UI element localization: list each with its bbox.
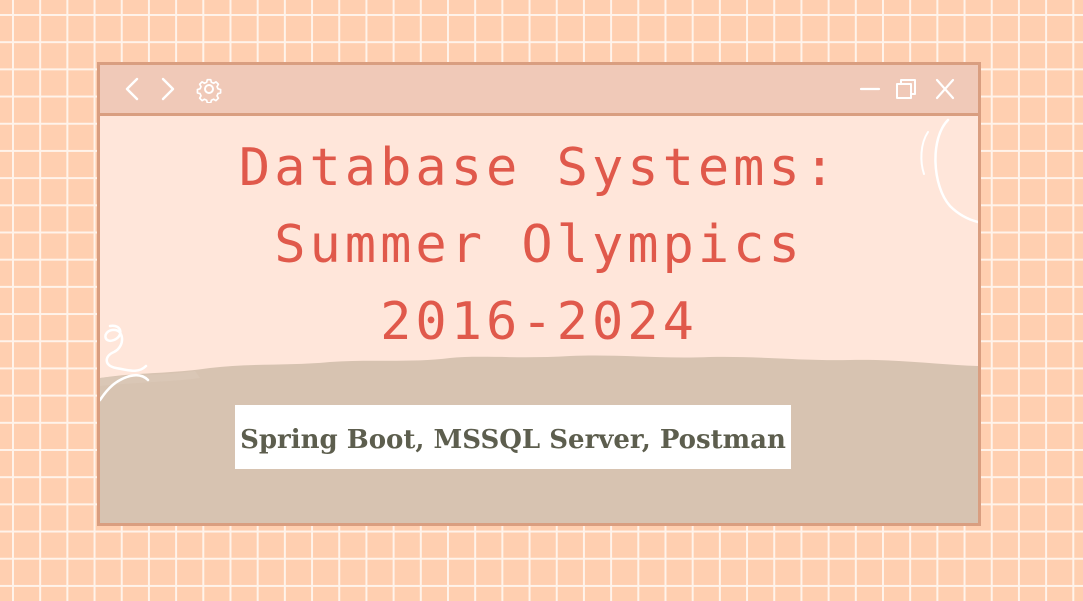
chevron-right-icon[interactable]	[153, 75, 181, 103]
chevron-left-icon[interactable]	[119, 75, 147, 103]
gear-icon[interactable]	[195, 75, 223, 103]
slide-title: Database Systems: Summer Olympics 2016-2…	[100, 130, 978, 361]
title-line-3: 2016-2024	[380, 292, 698, 352]
title-line-2: Summer Olympics	[274, 215, 804, 275]
close-icon[interactable]	[931, 75, 959, 103]
title-line-1: Database Systems:	[238, 138, 840, 198]
slide-content: Database Systems: Summer Olympics 2016-2…	[100, 116, 978, 523]
slide-subtitle: Spring Boot, MSSQL Server, Postman	[240, 425, 786, 455]
subtitle-box: Spring Boot, MSSQL Server, Postman	[235, 405, 791, 469]
window-titlebar	[100, 65, 978, 116]
minimize-icon[interactable]	[856, 75, 884, 103]
app-window: Database Systems: Summer Olympics 2016-2…	[97, 62, 981, 526]
restore-icon[interactable]	[892, 75, 920, 103]
